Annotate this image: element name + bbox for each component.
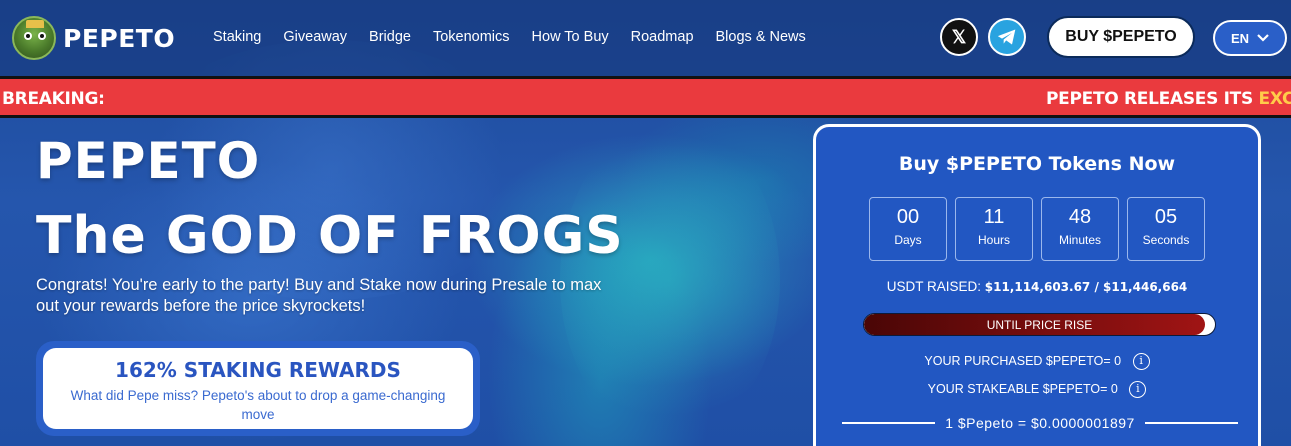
nav-link-tokenomics[interactable]: Tokenomics	[433, 29, 510, 45]
nav-link-roadmap[interactable]: Roadmap	[631, 29, 694, 45]
ticker-highlight: EXCHA	[1258, 89, 1291, 109]
divider-line	[842, 422, 936, 424]
progress-label: UNTIL PRICE RISE	[986, 318, 1093, 332]
usdt-raised-value: $11,114,603.67 / $11,446,664	[984, 280, 1188, 294]
countdown-unit: Seconds	[1142, 233, 1190, 247]
presale-progress-bar: UNTIL PRICE RISE	[863, 313, 1216, 336]
logo-eye	[24, 32, 32, 40]
language-label: EN	[1230, 30, 1250, 46]
info-icon[interactable]: i	[1132, 353, 1150, 370]
nav-link-bridge[interactable]: Bridge	[369, 29, 411, 45]
telegram-plane-icon	[997, 29, 1016, 45]
ticker-label: BREAKING:	[2, 89, 105, 109]
brand-name[interactable]: PEPETO	[63, 24, 175, 53]
countdown-hours: 11 Hours	[955, 197, 1033, 261]
countdown-value: 11	[983, 206, 1005, 228]
nav-link-giveaway[interactable]: Giveaway	[283, 29, 347, 45]
divider-line	[1144, 422, 1238, 424]
countdown-seconds: 05 Seconds	[1127, 197, 1205, 261]
logo-eye	[38, 32, 46, 40]
purchased-row: YOUR PURCHASED $PEPETO= 0 i	[816, 353, 1258, 370]
nav-link-how-to-buy[interactable]: How To Buy	[532, 29, 609, 45]
nav-link-blogs-news[interactable]: Blogs & News	[716, 29, 806, 45]
countdown-value: 48	[1068, 206, 1092, 228]
countdown-unit: Minutes	[1058, 233, 1102, 247]
countdown-unit: Hours	[977, 233, 1010, 247]
countdown-unit: Days	[894, 233, 922, 247]
countdown-days: 00 Days	[869, 197, 947, 261]
chevron-down-icon	[1257, 34, 1269, 42]
pepe-logo[interactable]	[12, 16, 56, 60]
logo-crown	[26, 20, 44, 28]
breaking-news-ticker: BREAKING: PEPETO RELEASES ITS EXCHA	[0, 76, 1291, 118]
token-price: 1 $Pepeto = $0.0000001897	[842, 415, 1238, 431]
info-icon[interactable]: i	[1129, 381, 1147, 398]
usdt-raised: USDT RAISED: $11,114,603.67 / $11,446,66…	[816, 279, 1258, 294]
countdown-minutes: 48 Minutes	[1041, 197, 1119, 261]
main-menu: Staking Giveaway Bridge Tokenomics How T…	[213, 29, 828, 45]
staking-rewards-description: What did Pepe miss? Pepeto's about to dr…	[70, 388, 446, 422]
ticker-message-text: PEPETO RELEASES ITS	[1046, 89, 1259, 109]
buy-pepeto-button[interactable]: BUY $PEPETO	[1047, 16, 1195, 58]
stakeable-row: YOUR STAKEABLE $PEPETO= 0 i	[816, 381, 1258, 398]
telegram-icon[interactable]	[988, 18, 1026, 56]
top-navbar: PEPETO Staking Giveaway Bridge Tokenomic…	[0, 0, 1291, 76]
staking-rewards-title: 162% STAKING REWARDS	[115, 358, 401, 382]
presale-panel: Buy $PEPETO Tokens Now 00 Days 11 Hours …	[813, 124, 1261, 446]
countdown-value: 05	[1154, 206, 1178, 228]
presale-title: Buy $PEPETO Tokens Now	[898, 153, 1176, 175]
stakeable-text: YOUR STAKEABLE $PEPETO= 0	[927, 381, 1118, 396]
ticker-message[interactable]: PEPETO RELEASES ITS EXCHA	[1046, 89, 1291, 109]
nav-link-staking[interactable]: Staking	[213, 29, 261, 45]
countdown-value: 00	[896, 206, 920, 228]
token-price-text: 1 $Pepeto = $0.0000001897	[945, 415, 1135, 431]
hero-subtitle: Congrats! You're early to the party! Buy…	[36, 276, 602, 315]
language-selector[interactable]: EN	[1213, 20, 1287, 56]
purchased-text: YOUR PURCHASED $PEPETO= 0	[924, 353, 1122, 368]
hero-title-line1: PEPETO	[36, 132, 261, 190]
staking-rewards-card[interactable]: 162% STAKING REWARDS What did Pepe miss?…	[36, 341, 480, 436]
hero-title-line2: The GOD OF FROGS	[36, 206, 624, 266]
x-icon[interactable]: 𝕏	[940, 18, 978, 56]
staking-card-inner: 162% STAKING REWARDS What did Pepe miss?…	[43, 348, 473, 429]
usdt-raised-label: USDT RAISED:	[886, 279, 981, 294]
